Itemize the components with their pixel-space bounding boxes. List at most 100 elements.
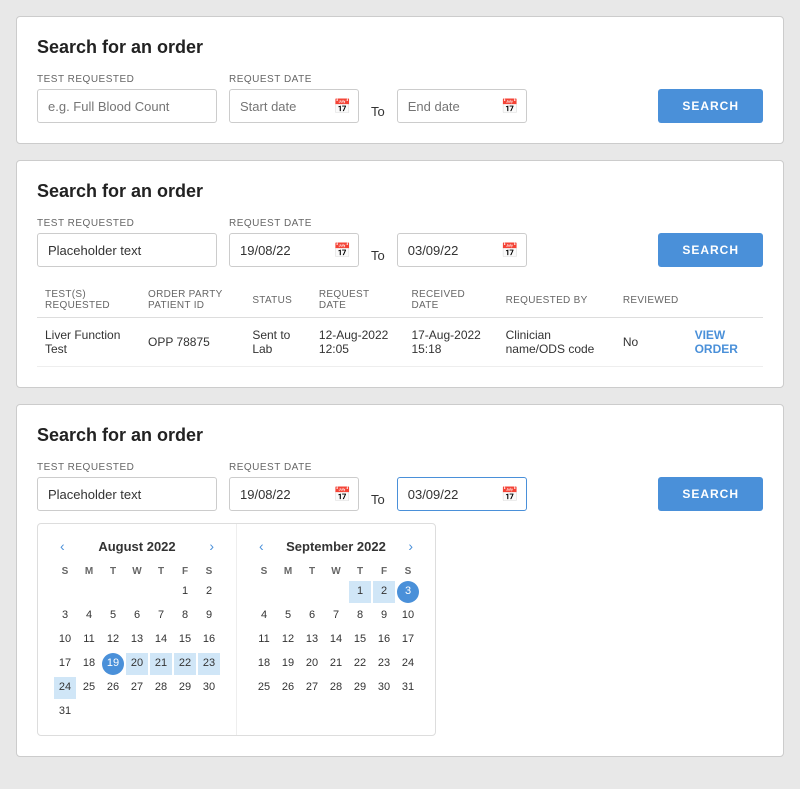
aug-day-28[interactable]: 28 [150,677,172,699]
table-header-row: TEST(S) REQUESTED ORDER PARTY PATIENT ID… [37,283,763,318]
card-1-title: Search for an order [37,37,763,58]
aug-day-23[interactable]: 23 [198,653,220,675]
search-button-2[interactable]: SEARCH [658,233,763,267]
aug-day-16[interactable]: 16 [198,629,220,651]
sep-day-5[interactable]: 5 [277,605,299,627]
aug-day-3[interactable]: 3 [54,605,76,627]
aug-day-13[interactable]: 13 [126,629,148,651]
aug-dh-s2: S [198,564,220,579]
sep-day-25[interactable]: 25 [253,677,275,699]
aug-day-5[interactable]: 5 [102,605,124,627]
aug-day-11[interactable]: 11 [78,629,100,651]
aug-day-21[interactable]: 21 [150,653,172,675]
test-requested-input-2[interactable] [37,233,217,267]
september-grid: S M T W T F S 1 2 3 4 5 6 7 8 [253,564,419,699]
sep-day-18[interactable]: 18 [253,653,275,675]
aug-day-9[interactable]: 9 [198,605,220,627]
request-date-label-3: REQUEST DATE [229,462,359,473]
sep-day-30[interactable]: 30 [373,677,395,699]
sep-day-26[interactable]: 26 [277,677,299,699]
card-3: Search for an order TEST REQUESTED REQUE… [16,404,784,757]
aug-day-31[interactable]: 31 [54,701,76,723]
sep-prev-btn[interactable]: ‹ [253,536,270,556]
sep-day-7[interactable]: 7 [325,605,347,627]
test-requested-input-1[interactable] [37,89,217,123]
august-grid: S M T W T F S 1 2 3 4 5 6 7 [54,564,220,723]
test-requested-label-1: TEST REQUESTED [37,74,217,85]
sep-dh-f: F [373,564,395,579]
end-date-wrapper-3: 📅 [397,477,527,511]
sep-day-13[interactable]: 13 [301,629,323,651]
aug-day-30[interactable]: 30 [198,677,220,699]
sep-day-27[interactable]: 27 [301,677,323,699]
sep-day-21[interactable]: 21 [325,653,347,675]
sep-day-24[interactable]: 24 [397,653,419,675]
sep-day-3[interactable]: 3 [397,581,419,603]
aug-day-8[interactable]: 8 [174,605,196,627]
sep-day-12[interactable]: 12 [277,629,299,651]
aug-day-2[interactable]: 2 [198,581,220,603]
aug-day-15[interactable]: 15 [174,629,196,651]
sep-day-22[interactable]: 22 [349,653,371,675]
aug-day-6[interactable]: 6 [126,605,148,627]
sep-next-btn[interactable]: › [402,536,419,556]
sep-day-31[interactable]: 31 [397,677,419,699]
aug-day-26[interactable]: 26 [102,677,124,699]
sep-day-9[interactable]: 9 [373,605,395,627]
aug-day-24[interactable]: 24 [54,677,76,699]
aug-dh-t1: T [102,564,124,579]
aug-day-22[interactable]: 22 [174,653,196,675]
aug-day-18[interactable]: 18 [78,653,100,675]
august-prev-btn[interactable]: ‹ [54,536,71,556]
start-calendar-icon-3[interactable]: 📅 [334,486,351,503]
august-next-btn[interactable]: › [203,536,220,556]
aug-day-20[interactable]: 20 [126,653,148,675]
sep-day-19[interactable]: 19 [277,653,299,675]
aug-day-7[interactable]: 7 [150,605,172,627]
aug-day-12[interactable]: 12 [102,629,124,651]
aug-day-17[interactable]: 17 [54,653,76,675]
sep-day-10[interactable]: 10 [397,605,419,627]
sep-day-29[interactable]: 29 [349,677,371,699]
aug-day-29[interactable]: 29 [174,677,196,699]
sep-day-16[interactable]: 16 [373,629,395,651]
test-requested-input-3[interactable] [37,477,217,511]
cell-test: Liver Function Test [37,318,140,367]
aug-day-27[interactable]: 27 [126,677,148,699]
sep-day-20[interactable]: 20 [301,653,323,675]
aug-dh-t2: T [150,564,172,579]
end-calendar-icon-3[interactable]: 📅 [501,486,518,503]
search-button-3[interactable]: searcH [658,477,763,511]
sep-day-15[interactable]: 15 [349,629,371,651]
view-order-link[interactable]: VIEW ORDER [695,328,738,356]
test-requested-group-1: TEST REQUESTED [37,74,217,123]
sep-day-8[interactable]: 8 [349,605,371,627]
end-calendar-icon-2[interactable]: 📅 [501,242,518,259]
aug-day-14[interactable]: 14 [150,629,172,651]
aug-dh-f: F [174,564,196,579]
end-date-wrapper-1: 📅 [397,89,527,123]
end-date-wrapper-2: 📅 [397,233,527,267]
sep-day-14[interactable]: 14 [325,629,347,651]
aug-day-10[interactable]: 10 [54,629,76,651]
start-calendar-icon-2[interactable]: 📅 [334,242,351,259]
aug-day-19[interactable]: 19 [102,653,124,675]
aug-empty [78,581,100,603]
sep-day-28[interactable]: 28 [325,677,347,699]
sep-day-4[interactable]: 4 [253,605,275,627]
cell-action[interactable]: VIEW ORDER [687,318,763,367]
end-calendar-icon-1[interactable]: 📅 [501,98,518,115]
aug-day-25[interactable]: 25 [78,677,100,699]
card-2-title: Search for an order [37,181,763,202]
search-button-1[interactable]: SEARCH [658,89,763,123]
sep-day-1[interactable]: 1 [349,581,371,603]
sep-day-6[interactable]: 6 [301,605,323,627]
aug-day-1[interactable]: 1 [174,581,196,603]
sep-day-23[interactable]: 23 [373,653,395,675]
sep-day-2[interactable]: 2 [373,581,395,603]
aug-day-4[interactable]: 4 [78,605,100,627]
sep-day-11[interactable]: 11 [253,629,275,651]
test-requested-label-3: TEST REQUESTED [37,462,217,473]
start-calendar-icon-1[interactable]: 📅 [334,98,351,115]
sep-day-17[interactable]: 17 [397,629,419,651]
